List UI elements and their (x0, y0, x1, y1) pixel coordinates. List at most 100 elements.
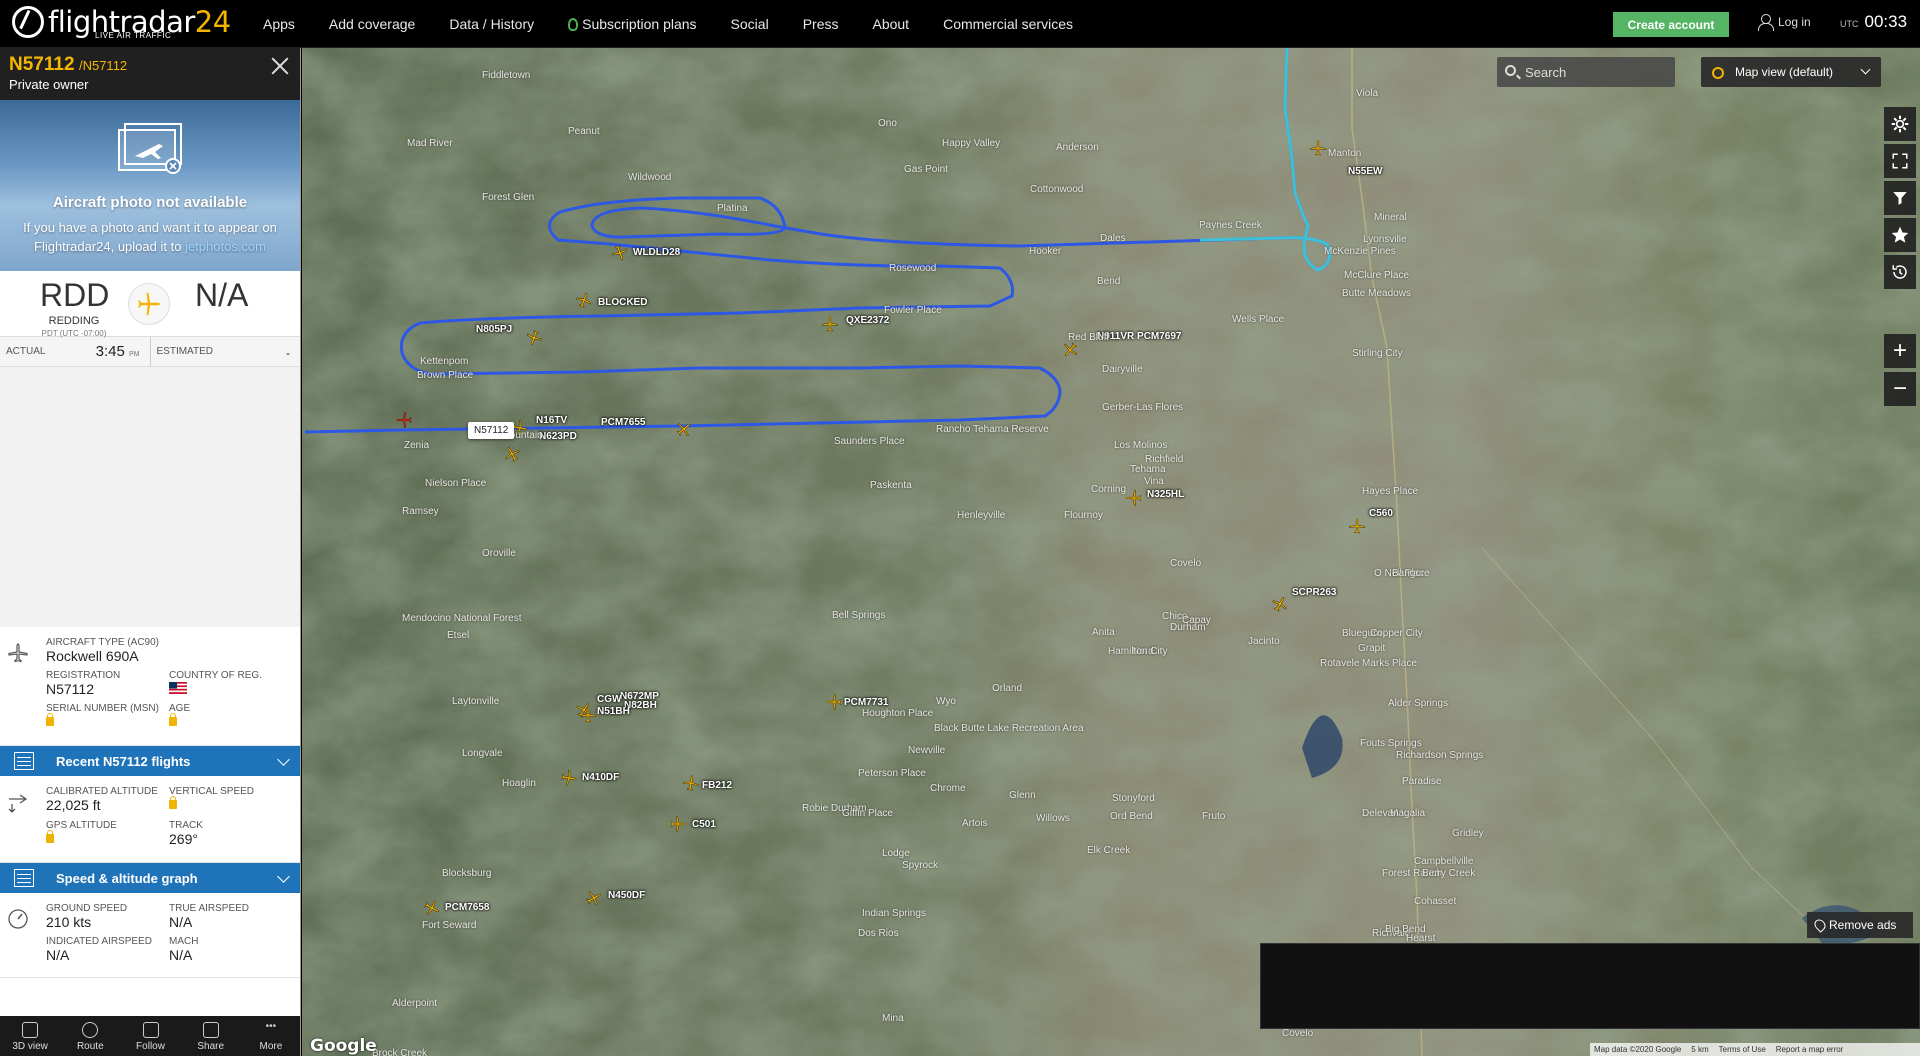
aircraft-label[interactable]: N51BH (597, 706, 630, 717)
aircraft-label[interactable]: N805PJ (476, 324, 512, 335)
search-input[interactable]: Search (1497, 57, 1675, 87)
filter-button[interactable] (1884, 181, 1916, 215)
place-label: Stirling City (1352, 348, 1403, 359)
filter-icon (1893, 192, 1907, 205)
fullscreen-button[interactable] (1884, 144, 1916, 178)
search-icon (1505, 65, 1516, 76)
aircraft-icon[interactable] (578, 705, 598, 725)
aircraft-icon[interactable] (559, 768, 579, 788)
aircraft-label[interactable]: N16TV (536, 415, 567, 426)
aircraft-icon[interactable] (524, 328, 544, 348)
close-icon[interactable] (270, 56, 290, 76)
aircraft-label[interactable]: PCM7731 (844, 697, 888, 708)
route-summary: RDD REDDING PDT (UTC -07:00) N/A (0, 271, 300, 338)
login-link[interactable]: Log in (1758, 14, 1811, 31)
zoom-out-button[interactable]: − (1884, 372, 1916, 406)
share-button[interactable]: Share (181, 1016, 241, 1056)
follow-button[interactable]: Follow (120, 1016, 180, 1056)
nav-apps[interactable]: Apps (263, 16, 295, 32)
route-button[interactable]: Route (60, 1016, 120, 1056)
aircraft-label[interactable]: N55EW (1348, 166, 1382, 177)
lock-icon[interactable] (46, 713, 54, 726)
nav-press[interactable]: Press (803, 16, 839, 32)
settings-button[interactable] (1884, 107, 1916, 141)
origin-code[interactable]: RDD (40, 277, 109, 314)
actual-time: 3:45 (95, 343, 125, 360)
aircraft-icon[interactable] (1060, 340, 1080, 360)
nav-subscription-plans[interactable]: Subscription plans (568, 16, 697, 32)
lock-icon[interactable] (169, 796, 177, 809)
speed-altitude-graph-toggle[interactable]: Speed & altitude graph (0, 863, 300, 893)
place-label: Mendocino National Forest (402, 613, 522, 624)
place-label: Blocksburg (442, 868, 492, 879)
recent-flights-toggle[interactable]: Recent N57112 flights (0, 746, 300, 776)
aircraft-label[interactable]: N623PD (539, 431, 577, 442)
aircraft-icon[interactable] (674, 419, 694, 439)
aircraft-icon[interactable] (422, 898, 442, 918)
aircraft-icon[interactable] (1124, 488, 1144, 508)
aircraft-label[interactable]: N450DF (608, 890, 645, 901)
aircraft-label[interactable]: WLDLD28 (633, 247, 680, 258)
aircraft-icon[interactable] (574, 290, 594, 310)
terms-link[interactable]: Terms of Use (1719, 1045, 1766, 1054)
place-label: Gerber-Las Flores (1102, 402, 1184, 413)
top-bar: flightradar24 LIVE AIR TRAFFIC Apps Add … (0, 0, 1920, 48)
aircraft-photo-placeholder: Aircraft photo not available If you have… (0, 100, 300, 271)
nav-add-coverage[interactable]: Add coverage (329, 16, 415, 32)
place-label: Fouts Springs (1360, 738, 1422, 749)
aircraft-label[interactable]: PCM7658 (445, 902, 489, 913)
aircraft-icon[interactable] (610, 243, 630, 263)
aircraft-icon[interactable] (820, 314, 840, 334)
nav-about[interactable]: About (872, 16, 909, 32)
aircraft-icon[interactable] (1270, 594, 1290, 614)
place-label: Mineral (1374, 212, 1407, 223)
aircraft-icon[interactable] (681, 773, 701, 793)
aircraft-label[interactable]: N911VR PCM7697 (1097, 331, 1182, 342)
aircraft-label[interactable]: N325HL (1147, 489, 1184, 500)
aircraft-label[interactable]: FB212 (702, 780, 732, 791)
lock-icon[interactable] (169, 713, 177, 726)
aircraft-label[interactable]: QXE2372 (846, 315, 889, 326)
aircraft-label[interactable]: PCM7655 (601, 417, 645, 428)
aircraft-icon[interactable] (824, 692, 844, 712)
aircraft-label[interactable]: SCPR263 (1292, 587, 1336, 598)
aircraft-icon[interactable] (1308, 138, 1328, 158)
aircraft-label[interactable]: N410DF (582, 772, 619, 783)
selected-aircraft-icon[interactable] (394, 410, 414, 430)
bookmarks-button[interactable] (1884, 218, 1916, 252)
selected-aircraft-tag[interactable]: N57112 (468, 422, 515, 439)
place-label: Rosewood (889, 263, 937, 274)
chevron-down-icon (277, 753, 290, 766)
aircraft-label[interactable]: CGW (597, 694, 621, 705)
aircraft-icon[interactable] (502, 444, 522, 464)
nav-social[interactable]: Social (731, 16, 769, 32)
place-label: Lyonsville (1363, 234, 1407, 245)
place-label: Hoaglin (502, 778, 536, 789)
remove-ads-button[interactable]: Remove ads (1807, 912, 1913, 938)
aircraft-icon[interactable] (584, 888, 604, 908)
more-button[interactable]: ••• More (241, 1016, 300, 1056)
aircraft-label[interactable]: C501 (692, 819, 716, 830)
aircraft-label[interactable]: C560 (1369, 508, 1393, 519)
place-label: Anderson (1056, 142, 1099, 153)
aircraft-icon[interactable] (668, 814, 688, 834)
aircraft-owner: Private owner (9, 77, 89, 92)
playback-button[interactable] (1884, 255, 1916, 289)
nav-data-history[interactable]: Data / History (449, 16, 534, 32)
jetphotos-link[interactable]: jetphotos.com (185, 239, 266, 254)
live-map[interactable]: Search Map view (default) + − WLDLD28 BLO… (302, 48, 1920, 1056)
logo-number: 24 (194, 5, 231, 39)
place-label: Hayes Place (1362, 486, 1419, 497)
zoom-in-button[interactable]: + (1884, 334, 1916, 368)
aircraft-icon[interactable] (1347, 516, 1367, 536)
place-label: Mina (882, 1013, 904, 1024)
report-error-link[interactable]: Report a map error (1776, 1045, 1844, 1054)
lock-icon[interactable] (46, 830, 54, 843)
3d-view-button[interactable]: 3D view (0, 1016, 60, 1056)
zoom-controls: + − (1884, 334, 1916, 410)
place-label: Wells Place (1232, 314, 1285, 325)
nav-commercial-services[interactable]: Commercial services (943, 16, 1073, 32)
create-account-button[interactable]: Create account (1613, 12, 1729, 37)
aircraft-label[interactable]: BLOCKED (598, 297, 647, 308)
map-view-dropdown[interactable]: Map view (default) (1701, 57, 1881, 87)
